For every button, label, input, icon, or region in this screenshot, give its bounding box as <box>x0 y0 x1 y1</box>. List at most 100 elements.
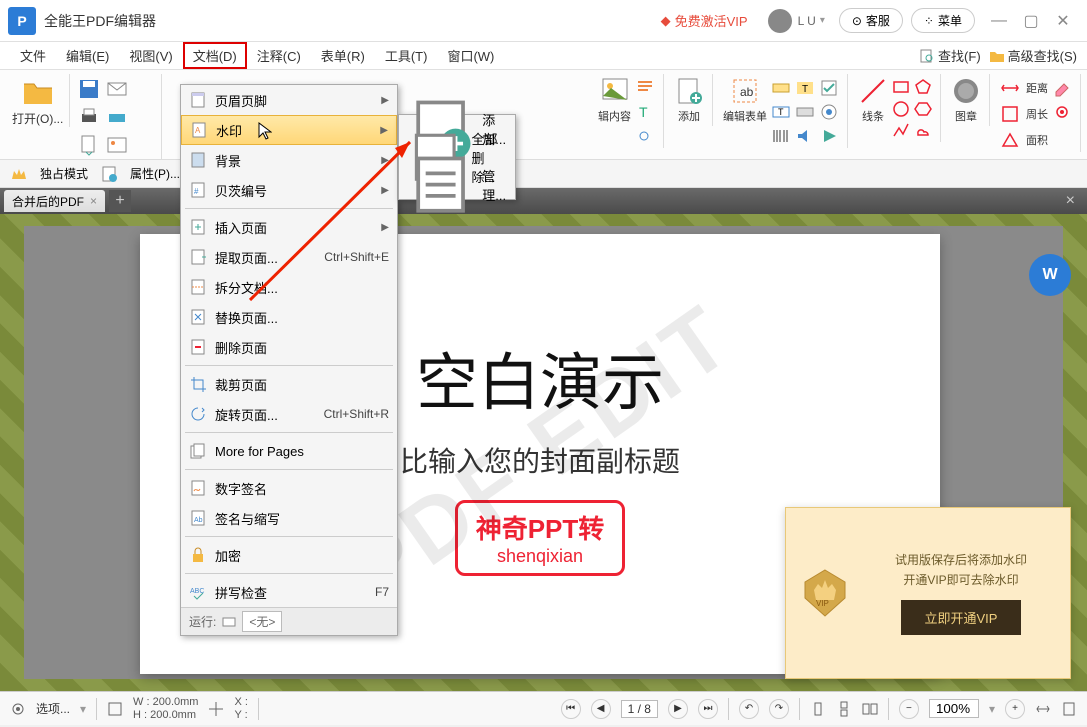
field-highlight-icon[interactable] <box>771 78 791 98</box>
menu-file[interactable]: 文件 <box>10 42 56 69</box>
user-name[interactable]: L U <box>798 14 816 28</box>
area-icon[interactable] <box>1000 130 1020 150</box>
text-field-icon[interactable]: T <box>771 102 791 122</box>
layout-cont-icon[interactable] <box>836 701 852 717</box>
image-edit-icon[interactable] <box>600 76 630 106</box>
tab-close-icon[interactable]: × <box>90 194 97 208</box>
next-page-button[interactable]: ▶ <box>668 699 688 719</box>
field-t-icon[interactable]: T <box>795 78 815 98</box>
submenu-manage[interactable]: 管理... <box>399 171 515 199</box>
menu-view[interactable]: 视图(V) <box>119 42 182 69</box>
checkbox-icon[interactable] <box>819 78 839 98</box>
cloud-icon[interactable] <box>914 122 932 140</box>
radio-icon[interactable] <box>819 102 839 122</box>
exclusive-mode-button[interactable]: 独占模式 <box>40 165 88 182</box>
fit-page-icon[interactable] <box>1061 701 1077 717</box>
options-button[interactable]: 选项... <box>36 700 70 717</box>
fit-width-icon[interactable] <box>1035 701 1051 717</box>
barcode-icon[interactable] <box>771 126 791 146</box>
menu-delete-page[interactable]: 删除页面 <box>181 332 397 362</box>
open-label[interactable]: 打开(O)... <box>12 110 63 127</box>
gear-icon[interactable] <box>10 701 26 717</box>
activate-vip-link[interactable]: ◆ 免费激活VIP <box>661 11 748 30</box>
menu-document[interactable]: 文档(D) <box>183 42 247 69</box>
hexagon-icon[interactable] <box>914 100 932 118</box>
menu-split-doc[interactable]: 拆分文档... <box>181 272 397 302</box>
menu-digital-sign[interactable]: 数字签名 <box>181 473 397 503</box>
menu-background[interactable]: 背景▶ <box>181 145 397 175</box>
nav-fwd-button[interactable]: ↷ <box>769 699 789 719</box>
link-icon[interactable] <box>635 126 655 146</box>
open-folder-icon[interactable] <box>21 74 55 108</box>
polyline-icon[interactable] <box>892 122 910 140</box>
advanced-find-button[interactable]: 高级查找(S) <box>989 46 1077 65</box>
sound-icon[interactable] <box>795 126 815 146</box>
maximize-button[interactable]: ▢ <box>1015 7 1047 35</box>
properties-button[interactable]: 属性(P)... <box>130 165 180 182</box>
perimeter-label[interactable]: 周长 <box>1026 106 1048 122</box>
email-icon[interactable] <box>106 78 128 100</box>
last-page-button[interactable]: ⏭ <box>698 699 718 719</box>
stamp-icon[interactable] <box>951 76 981 106</box>
play-icon[interactable] <box>819 126 839 146</box>
menu-spellcheck[interactable]: ABC拼写检查F7 <box>181 577 397 607</box>
menu-initials[interactable]: Ab签名与缩写 <box>181 503 397 533</box>
menu-tool[interactable]: 工具(T) <box>375 42 438 69</box>
distance-label[interactable]: 距离 <box>1026 80 1048 96</box>
stamp-label[interactable]: 图章 <box>955 108 977 124</box>
eraser-icon[interactable] <box>1052 78 1072 98</box>
menu-edit[interactable]: 编辑(E) <box>56 42 119 69</box>
gear-icon[interactable] <box>1052 102 1072 122</box>
text-align-icon[interactable] <box>635 78 655 98</box>
scan-icon[interactable] <box>106 106 128 128</box>
layout-two-icon[interactable] <box>862 701 878 717</box>
perimeter-icon[interactable] <box>1000 104 1020 124</box>
new-tab-button[interactable]: + <box>109 190 131 212</box>
area-label[interactable]: 面积 <box>1026 132 1048 148</box>
run-value[interactable]: <无> <box>242 611 282 632</box>
page-indicator[interactable]: 1 / 8 <box>621 700 658 718</box>
menu-encrypt[interactable]: 加密 <box>181 540 397 570</box>
main-menu-button[interactable]: ⁘ 菜单 <box>911 8 975 33</box>
minimize-button[interactable]: — <box>983 7 1015 35</box>
save-icon[interactable] <box>78 78 100 100</box>
user-avatar[interactable] <box>768 9 792 33</box>
close-button[interactable]: ✕ <box>1047 7 1079 35</box>
image-icon[interactable] <box>106 134 128 156</box>
form-icon[interactable]: ab <box>730 76 760 106</box>
doc-arrow-icon[interactable] <box>78 134 100 156</box>
edit-form-label[interactable]: 编辑表单 <box>723 108 767 124</box>
polygon-icon[interactable] <box>914 78 932 96</box>
print-icon[interactable] <box>78 106 100 128</box>
add-doc-icon[interactable] <box>674 76 704 106</box>
distance-icon[interactable] <box>1000 78 1020 98</box>
layout-single-icon[interactable] <box>810 701 826 717</box>
menu-bates[interactable]: #贝茨编号▶ <box>181 175 397 205</box>
menu-window[interactable]: 窗口(W) <box>437 42 504 69</box>
menu-replace-page[interactable]: 替换页面... <box>181 302 397 332</box>
prev-page-button[interactable]: ◀ <box>591 699 611 719</box>
button-icon[interactable] <box>795 102 815 122</box>
menu-rotate-page[interactable]: 旋转页面...Ctrl+Shift+R <box>181 399 397 429</box>
edit-content-label[interactable]: 辑内容 <box>598 108 631 124</box>
menu-header-footer[interactable]: 页眉页脚▶ <box>181 85 397 115</box>
menu-crop-page[interactable]: 裁剪页面 <box>181 369 397 399</box>
text-tool-icon[interactable]: T <box>635 102 655 122</box>
popup-vip-button[interactable]: 立即开通VIP <box>901 600 1022 635</box>
find-button[interactable]: 查找(F) <box>919 46 981 65</box>
run-row[interactable]: 运行: <无> <box>181 607 397 635</box>
tabstrip-close-icon[interactable]: × <box>1058 192 1083 210</box>
first-page-button[interactable]: ⏮ <box>561 699 581 719</box>
zoom-out-button[interactable]: − <box>899 699 919 719</box>
line-label[interactable]: 线条 <box>862 108 884 124</box>
menu-form[interactable]: 表单(R) <box>311 42 375 69</box>
menu-insert-page[interactable]: 插入页面▶ <box>181 212 397 242</box>
circle-icon[interactable] <box>892 100 910 118</box>
add-label[interactable]: 添加 <box>678 108 700 124</box>
document-tab[interactable]: 合并后的PDF × <box>4 190 105 212</box>
line-tool-icon[interactable] <box>858 76 888 106</box>
zoom-in-button[interactable]: + <box>1005 699 1025 719</box>
zoom-field[interactable] <box>929 699 979 718</box>
rect-icon[interactable] <box>892 78 910 96</box>
nav-back-button[interactable]: ↶ <box>739 699 759 719</box>
